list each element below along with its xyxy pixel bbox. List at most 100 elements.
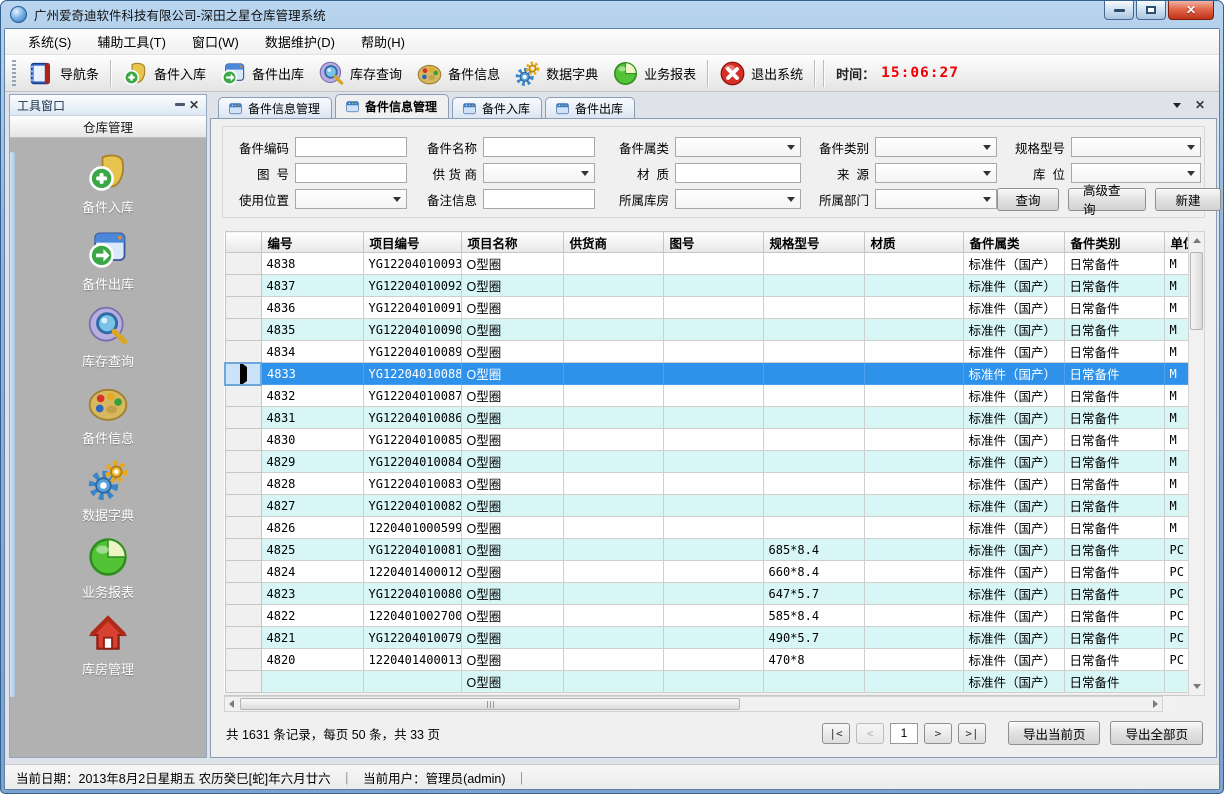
cell[interactable]: PC	[1164, 649, 1188, 671]
cell[interactable]	[563, 517, 663, 539]
cell[interactable]: O型圈	[461, 627, 563, 649]
cell[interactable]	[563, 539, 663, 561]
cell[interactable]: O型圈	[461, 363, 563, 385]
cell[interactable]: 4823	[261, 583, 363, 605]
cell[interactable]	[1164, 671, 1188, 693]
cell[interactable]: 标准件（国产）	[963, 363, 1064, 385]
cell[interactable]	[663, 297, 763, 319]
cell[interactable]: 4837	[261, 275, 363, 297]
cell[interactable]	[563, 341, 663, 363]
close-button[interactable]: ✕	[1168, 1, 1214, 20]
export-current-page-button[interactable]: 导出当前页	[1008, 721, 1101, 745]
select-supplier[interactable]	[483, 163, 595, 183]
table-row[interactable]: 48241220401400012O型圈660*8.4标准件（国产）日常备件PC	[225, 561, 1188, 583]
cell[interactable]: 日常备件	[1064, 517, 1164, 539]
cell[interactable]	[563, 605, 663, 627]
cell[interactable]: 标准件（国产）	[963, 253, 1064, 275]
row-selector-cell[interactable]	[225, 407, 261, 429]
sidebar-item-data-dictionary[interactable]: 数据字典	[10, 458, 206, 524]
cell[interactable]: 标准件（国产）	[963, 495, 1064, 517]
cell[interactable]	[663, 539, 763, 561]
cell[interactable]: YG12204010080	[363, 583, 461, 605]
cell[interactable]: O型圈	[461, 583, 563, 605]
cell[interactable]	[563, 297, 663, 319]
row-selector-cell[interactable]	[225, 341, 261, 363]
cell[interactable]: YG12204010081	[363, 539, 461, 561]
column-header-7[interactable]: 备件属类	[963, 232, 1064, 253]
cell[interactable]: 4822	[261, 605, 363, 627]
cell[interactable]: 标准件（国产）	[963, 649, 1064, 671]
column-header-5[interactable]: 规格型号	[763, 232, 864, 253]
toolbar-button-business-report[interactable]: 业务报表	[605, 57, 703, 89]
menu-item-0[interactable]: 系统(S)	[15, 28, 84, 55]
prev-page-button[interactable]: <	[856, 723, 884, 744]
sidebar-item-parts-outbound[interactable]: 备件出库	[10, 227, 206, 293]
cell[interactable]: O型圈	[461, 385, 563, 407]
row-selector-cell[interactable]	[225, 539, 261, 561]
column-header-0[interactable]: 编号	[261, 232, 363, 253]
sidebar-item-parts-info[interactable]: 备件信息	[10, 381, 206, 447]
column-header-2[interactable]: 项目名称	[461, 232, 563, 253]
cell[interactable]: M	[1164, 319, 1188, 341]
cell[interactable]: M	[1164, 363, 1188, 385]
cell[interactable]: O型圈	[461, 473, 563, 495]
select-part-attr[interactable]	[675, 137, 801, 157]
cell[interactable]: YG12204010086	[363, 407, 461, 429]
cell[interactable]	[864, 429, 963, 451]
column-header-9[interactable]: 单位	[1164, 232, 1188, 253]
export-all-pages-button[interactable]: 导出全部页	[1110, 721, 1203, 745]
cell[interactable]	[864, 517, 963, 539]
cell[interactable]	[864, 407, 963, 429]
menu-item-1[interactable]: 辅助工具(T)	[84, 28, 179, 55]
cell[interactable]: O型圈	[461, 517, 563, 539]
cell[interactable]	[864, 253, 963, 275]
cell[interactable]	[864, 297, 963, 319]
cell[interactable]: O型圈	[461, 319, 563, 341]
cell[interactable]: YG12204010091	[363, 297, 461, 319]
cell[interactable]	[563, 429, 663, 451]
scroll-left-icon[interactable]	[225, 698, 238, 711]
table-row[interactable]: 48261220401000599O型圈标准件（国产）日常备件M	[225, 517, 1188, 539]
cell[interactable]: O型圈	[461, 407, 563, 429]
next-page-button[interactable]: >	[924, 723, 952, 744]
input-remark[interactable]	[483, 189, 595, 209]
cell[interactable]	[864, 495, 963, 517]
vertical-scroll-thumb[interactable]	[1190, 252, 1203, 330]
sidebar-item-inventory-query[interactable]: 库存查询	[10, 304, 206, 370]
cell[interactable]: 日常备件	[1064, 495, 1164, 517]
cell[interactable]	[563, 627, 663, 649]
cell[interactable]: 标准件（国产）	[963, 319, 1064, 341]
cell[interactable]	[663, 473, 763, 495]
row-selector-cell[interactable]	[225, 517, 261, 539]
cell[interactable]: PC	[1164, 561, 1188, 583]
cell[interactable]: O型圈	[461, 429, 563, 451]
cell[interactable]: O型圈	[461, 253, 563, 275]
cell[interactable]: YG12204010088	[363, 363, 461, 385]
row-selector-cell[interactable]	[225, 451, 261, 473]
cell[interactable]	[763, 275, 864, 297]
cell[interactable]	[563, 473, 663, 495]
close-icon[interactable]: ✕	[1195, 99, 1205, 111]
cell[interactable]: 4832	[261, 385, 363, 407]
row-selector-cell[interactable]	[225, 671, 261, 693]
cell[interactable]: YG12204010082	[363, 495, 461, 517]
table-row[interactable]: 48201220401400013O型圈470*8标准件（国产）日常备件PC	[225, 649, 1188, 671]
menu-item-3[interactable]: 数据维护(D)	[252, 28, 348, 55]
cell[interactable]: 4838	[261, 253, 363, 275]
table-row[interactable]: 4829YG12204010084O型圈标准件（国产）日常备件M	[225, 451, 1188, 473]
row-selector-cell[interactable]	[225, 627, 261, 649]
toolbar-grip[interactable]	[12, 60, 16, 86]
cell[interactable]: 4821	[261, 627, 363, 649]
table-row[interactable]: 4833YG12204010088O型圈标准件（国产）日常备件M	[225, 363, 1188, 385]
toolbar-button-exit-system[interactable]: 退出系统	[712, 57, 810, 89]
tab-parts-inbound-tab[interactable]: 备件入库	[452, 97, 542, 118]
advanced-query-button[interactable]: 高级查询	[1068, 188, 1146, 211]
cell[interactable]: 标准件（国产）	[963, 341, 1064, 363]
cell[interactable]: 4836	[261, 297, 363, 319]
cell[interactable]: 4825	[261, 539, 363, 561]
toolbar-button-parts-info[interactable]: 备件信息	[409, 57, 507, 89]
row-selector-cell[interactable]	[225, 253, 261, 275]
cell[interactable]: YG12204010087	[363, 385, 461, 407]
cell[interactable]: 日常备件	[1064, 539, 1164, 561]
scroll-right-icon[interactable]	[1149, 698, 1162, 711]
